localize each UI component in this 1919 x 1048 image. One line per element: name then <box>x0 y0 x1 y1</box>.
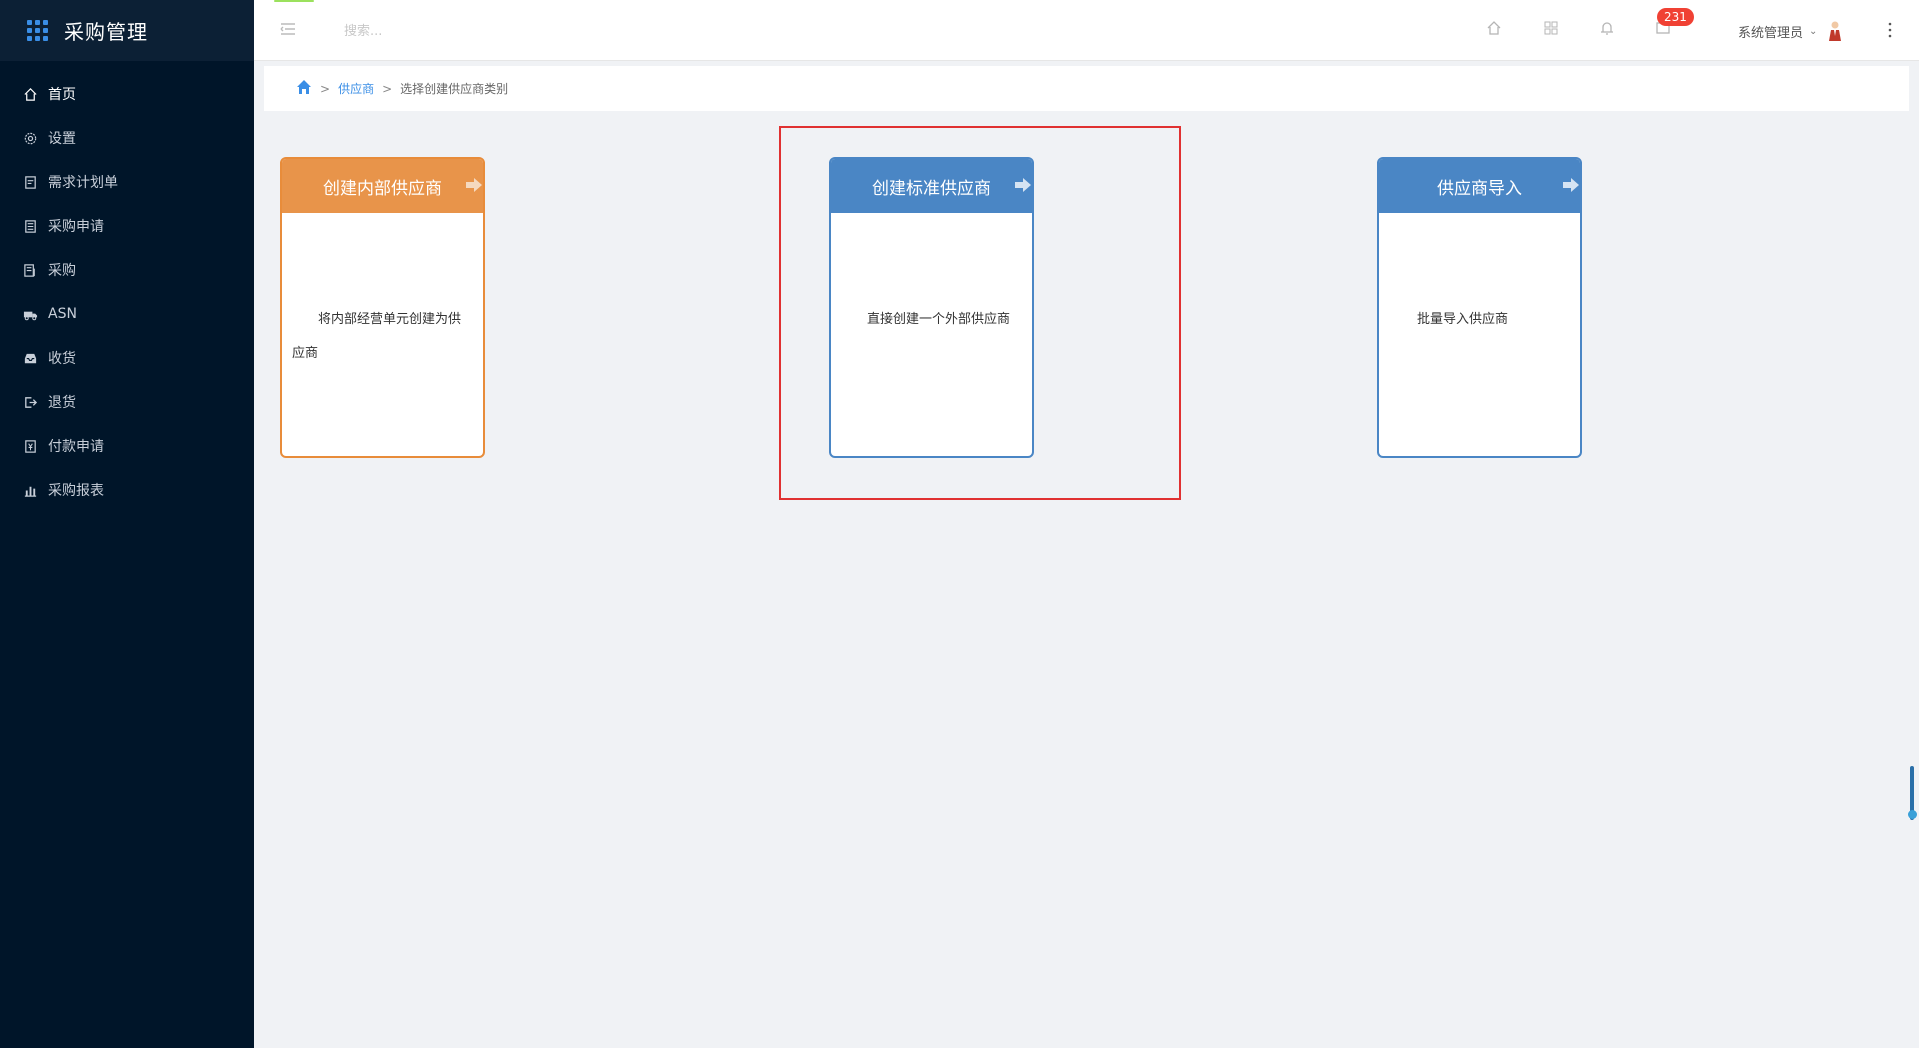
app-title: 采购管理 <box>64 20 148 44</box>
list-icon <box>22 262 38 278</box>
bell-icon[interactable] <box>1598 19 1618 39</box>
more-vertical-icon[interactable] <box>1884 20 1896 40</box>
sidebar-item-purchase-report[interactable]: 采购报表 <box>0 468 254 512</box>
sidebar-item-label: 采购 <box>48 263 76 279</box>
progress-line <box>274 0 314 2</box>
home-icon[interactable] <box>296 79 312 98</box>
sidebar-item-payment-request[interactable]: 付款申请 <box>0 424 254 468</box>
create-internal-supplier-card[interactable]: 创建内部供应商 将内部经营单元创建为供应商 <box>280 157 485 458</box>
breadcrumb-separator: > <box>382 81 393 96</box>
sidebar-item-settings[interactable]: 设置 <box>0 116 254 160</box>
apps-grid-icon[interactable] <box>1542 19 1562 39</box>
sidebar-item-demand-plan[interactable]: 需求计划单 <box>0 160 254 204</box>
home-icon <box>22 86 38 102</box>
sidebar-item-asn[interactable]: ASN <box>0 292 254 336</box>
chevron-down-icon: ⌄ <box>1809 25 1818 37</box>
home-icon[interactable] <box>1485 19 1505 39</box>
breadcrumb-current: 选择创建供应商类别 <box>400 82 509 96</box>
top-header: 231 系统管理员 ⌄ <box>254 0 1919 61</box>
breadcrumb-supplier-link[interactable]: 供应商 <box>338 80 374 97</box>
brand[interactable]: 采购管理 <box>0 0 254 61</box>
sidebar-item-label: ASN <box>48 306 77 322</box>
menu-toggle-icon[interactable] <box>278 19 298 39</box>
sidebar-item-label: 首页 <box>48 87 76 103</box>
gear-icon <box>22 130 38 146</box>
sidebar-item-home[interactable]: 首页 <box>0 72 254 116</box>
sidebar-item-label: 退货 <box>48 395 76 411</box>
notification-badge: 231 <box>1657 8 1694 26</box>
sidebar-item-return[interactable]: 退货 <box>0 380 254 424</box>
sidebar-menu: 首页 设置 需求计划单 采购申请 采购 ASN 收货 退货 付款申请 采购报表 <box>0 72 254 512</box>
form-icon <box>22 218 38 234</box>
card-description: 将内部经营单元创建为供应商 <box>292 312 462 361</box>
user-name: 系统管理员 <box>1738 25 1804 41</box>
supplier-import-card[interactable]: 供应商导入 批量导入供应商 <box>1377 157 1582 458</box>
sidebar-item-receiving[interactable]: 收货 <box>0 336 254 380</box>
sidebar: 采购管理 首页 设置 需求计划单 采购申请 采购 ASN 收货 退货 付款申请 … <box>0 0 254 1048</box>
breadcrumb: > 供应商 > 选择创建供应商类别 <box>264 66 1909 111</box>
sidebar-item-purchase[interactable]: 采购 <box>0 248 254 292</box>
truck-icon <box>22 306 38 322</box>
card-title: 创建内部供应商 <box>323 178 442 199</box>
selection-highlight-box <box>779 126 1181 500</box>
arrow-right-icon[interactable] <box>465 176 483 194</box>
document-icon <box>22 174 38 190</box>
exit-icon <box>22 394 38 410</box>
sidebar-item-label: 采购申请 <box>48 219 104 235</box>
breadcrumb-separator: > <box>320 81 331 96</box>
card-description: 批量导入供应商 <box>1417 312 1509 327</box>
arrow-right-icon[interactable] <box>1562 176 1580 194</box>
scrollbar-handle[interactable] <box>1908 810 1917 819</box>
app-grid-icon[interactable] <box>27 20 48 41</box>
inbox-icon <box>22 350 38 366</box>
card-title: 供应商导入 <box>1437 178 1522 199</box>
card-header[interactable]: 创建内部供应商 <box>282 159 483 213</box>
card-header[interactable]: 供应商导入 <box>1379 159 1580 213</box>
chart-icon <box>22 482 38 498</box>
sidebar-item-label: 付款申请 <box>48 439 104 455</box>
sidebar-item-purchase-request[interactable]: 采购申请 <box>0 204 254 248</box>
sidebar-item-label: 需求计划单 <box>48 175 118 191</box>
sidebar-item-label: 收货 <box>48 351 76 367</box>
user-menu[interactable]: 系统管理员 ⌄ <box>1738 20 1843 42</box>
search-input[interactable] <box>344 18 594 44</box>
sidebar-item-label: 采购报表 <box>48 483 104 499</box>
sidebar-item-label: 设置 <box>48 131 76 147</box>
payment-icon <box>22 438 38 454</box>
avatar[interactable] <box>1827 20 1843 42</box>
